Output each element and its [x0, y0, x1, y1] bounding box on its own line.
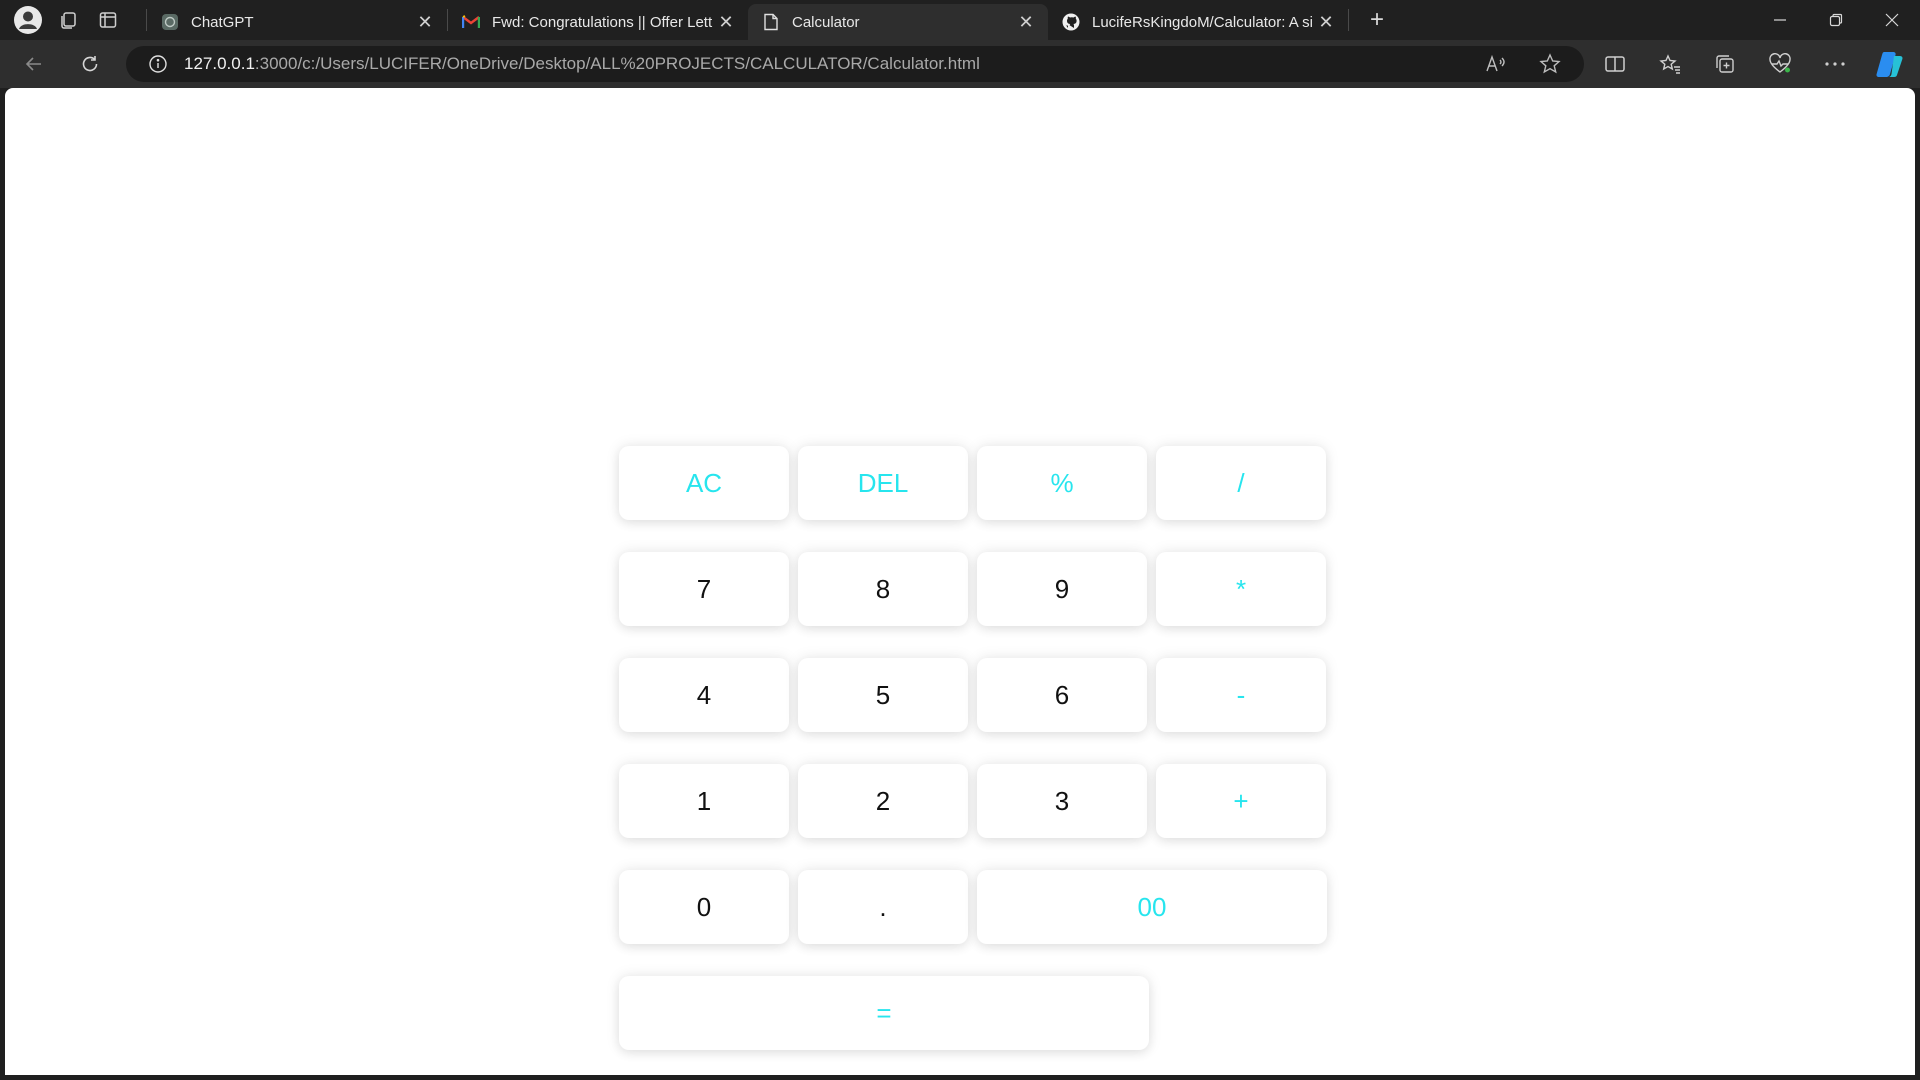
gmail-icon	[462, 13, 480, 31]
digit-5-button[interactable]: 5	[798, 658, 968, 732]
double-zero-button[interactable]: 00	[977, 870, 1327, 944]
page-viewport: AC DEL % / 7 8 9 * 4 5 6 - 1 2 3 + 0 . 0…	[5, 88, 1915, 1075]
tab-calculator[interactable]: Calculator ✕	[748, 4, 1048, 40]
refresh-icon[interactable]	[70, 44, 110, 84]
tab-title: Fwd: Congratulations || Offer Lett	[492, 13, 713, 31]
address-bar[interactable]: 127.0.0.1:3000/c:/Users/LUCIFER/OneDrive…	[126, 46, 1584, 82]
close-tab-icon[interactable]: ✕	[413, 10, 437, 34]
url-path: :3000/c:/Users/LUCIFER/OneDrive/Desktop/…	[254, 54, 980, 73]
tab-title: ChatGPT	[191, 13, 254, 31]
delete-button[interactable]: DEL	[798, 446, 968, 520]
multiply-button[interactable]: *	[1156, 552, 1326, 626]
page-icon	[762, 13, 780, 31]
digit-6-button[interactable]: 6	[977, 658, 1147, 732]
digit-4-button[interactable]: 4	[619, 658, 789, 732]
digit-2-button[interactable]: 2	[798, 764, 968, 838]
back-arrow-icon[interactable]	[14, 44, 54, 84]
tab-gmail[interactable]: Fwd: Congratulations || Offer Lett ✕	[448, 4, 748, 40]
tab-github[interactable]: LucifeRsKingdoM/Calculator: A si ✕	[1048, 4, 1348, 40]
tab-separator	[1348, 9, 1349, 31]
close-tab-icon[interactable]: ✕	[1314, 10, 1338, 34]
favorites-icon[interactable]	[1650, 44, 1690, 84]
browser-essentials-icon[interactable]	[1760, 44, 1800, 84]
tab-title: LucifeRsKingdoM/Calculator: A si	[1092, 13, 1313, 31]
equals-button[interactable]: =	[619, 976, 1149, 1050]
digit-0-button[interactable]: 0	[619, 870, 789, 944]
divide-button[interactable]: /	[1156, 446, 1326, 520]
profile-avatar-icon[interactable]	[8, 0, 48, 40]
read-aloud-icon[interactable]	[1478, 46, 1514, 82]
url-host: 127.0.0.1	[184, 54, 255, 73]
minimize-icon[interactable]	[1752, 0, 1808, 40]
browser-toolbar: 127.0.0.1:3000/c:/Users/LUCIFER/OneDrive…	[0, 40, 1920, 88]
new-tab-plus-icon[interactable]: +	[1357, 0, 1397, 40]
close-tab-icon[interactable]: ✕	[714, 10, 738, 34]
url-text[interactable]: 127.0.0.1:3000/c:/Users/LUCIFER/OneDrive…	[184, 54, 980, 74]
window-controls	[1752, 0, 1920, 40]
workspaces-icon[interactable]	[48, 0, 88, 40]
restore-icon[interactable]	[1808, 0, 1864, 40]
plus-button[interactable]: +	[1156, 764, 1326, 838]
vertical-tabs-icon[interactable]	[88, 0, 128, 40]
digit-3-button[interactable]: 3	[977, 764, 1147, 838]
github-icon	[1062, 13, 1080, 31]
digit-9-button[interactable]: 9	[977, 552, 1147, 626]
more-options-icon[interactable]	[1815, 44, 1855, 84]
collections-icon[interactable]	[1705, 44, 1745, 84]
site-info-icon[interactable]	[140, 46, 176, 82]
minus-button[interactable]: -	[1156, 658, 1326, 732]
split-screen-icon[interactable]	[1595, 44, 1635, 84]
percent-button[interactable]: %	[977, 446, 1147, 520]
chatgpt-icon	[161, 13, 179, 31]
decimal-point-button[interactable]: .	[798, 870, 968, 944]
digit-7-button[interactable]: 7	[619, 552, 789, 626]
close-window-icon[interactable]	[1864, 0, 1920, 40]
close-tab-icon[interactable]: ✕	[1014, 10, 1038, 34]
favorite-star-icon[interactable]	[1532, 46, 1568, 82]
toolbar-actions	[1595, 44, 1910, 84]
tab-chatgpt[interactable]: ChatGPT ✕	[147, 4, 447, 40]
all-clear-button[interactable]: AC	[619, 446, 789, 520]
digit-1-button[interactable]: 1	[619, 764, 789, 838]
copilot-icon[interactable]	[1870, 44, 1910, 84]
tab-title: Calculator	[792, 13, 860, 31]
digit-8-button[interactable]: 8	[798, 552, 968, 626]
browser-tab-strip: ChatGPT ✕ Fwd: Congratulations || Offer …	[0, 0, 1920, 40]
